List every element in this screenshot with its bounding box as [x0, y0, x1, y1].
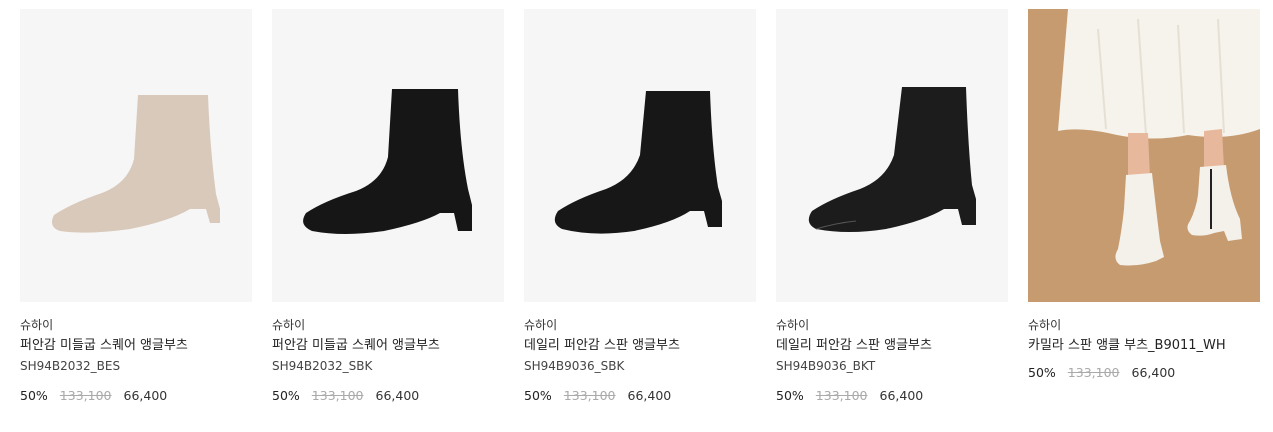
discount-rate: 50% — [776, 388, 804, 403]
product-code: SH94B2032_SBK — [272, 359, 373, 373]
product-image[interactable] — [524, 9, 756, 302]
product-title[interactable]: 데일리 퍼안감 스판 앵글부츠 — [524, 337, 756, 355]
product-card[interactable]: 슈하이 데일리 퍼안감 스판 앵글부츠 SH94B9036_BKT 50% 133… — [776, 9, 1008, 405]
product-card[interactable]: 슈하이 카밀라 스판 앵클 부츠_B9011_WH 50% 133,100 66,4… — [1028, 9, 1260, 382]
original-price: 133,100 — [815, 388, 868, 403]
price-row: 50% 133,100 66,400 — [272, 387, 504, 405]
boot-image — [808, 87, 976, 232]
sale-price: 66,400 — [879, 388, 924, 403]
product-grid: 슈하이 퍼안감 미들굽 스퀘어 앵글부츠 SH94B2032_BES 50% 13… — [0, 0, 1273, 432]
discount-rate: 50% — [272, 388, 300, 403]
product-image[interactable] — [776, 9, 1008, 302]
product-card[interactable]: 슈하이 퍼안감 미들굽 스퀘어 앵글부츠 SH94B2032_BES 50% 13… — [20, 9, 252, 405]
product-image[interactable] — [272, 9, 504, 302]
original-price: 133,100 — [563, 388, 616, 403]
discount-rate: 50% — [1028, 365, 1056, 380]
product-image[interactable] — [1028, 9, 1260, 302]
product-title[interactable]: 데일리 퍼안감 스판 앵글부츠 — [776, 337, 1008, 355]
product-card[interactable]: 슈하이 퍼안감 미들굽 스퀘어 앵글부츠 SH94B2032_SBK 50% 13… — [272, 9, 504, 405]
original-price: 133,100 — [59, 388, 112, 403]
boot-image — [554, 91, 722, 234]
sale-price: 66,400 — [1131, 365, 1176, 380]
product-code: SH94B2032_BES — [20, 359, 121, 373]
original-price: 133,100 — [311, 388, 364, 403]
discount-rate: 50% — [524, 388, 552, 403]
sale-price: 66,400 — [123, 388, 168, 403]
product-brand: 슈하이 — [1028, 318, 1062, 332]
product-code: SH94B9036_BKT — [776, 359, 876, 373]
product-card[interactable]: 슈하이 데일리 퍼안감 스판 앵글부츠 SH94B9036_SBK 50% 133… — [524, 9, 756, 405]
product-title[interactable]: 퍼안감 미들굽 스퀘어 앵글부츠 — [20, 337, 252, 355]
product-code: SH94B9036_SBK — [524, 359, 625, 373]
model-photo — [1028, 9, 1260, 302]
sale-price: 66,400 — [627, 388, 672, 403]
product-title[interactable]: 카밀라 스판 앵클 부츠_B9011_WH — [1028, 337, 1260, 355]
original-price: 133,100 — [1067, 365, 1120, 380]
product-brand: 슈하이 — [272, 318, 306, 332]
price-row: 50% 133,100 66,400 — [1028, 364, 1260, 382]
price-row: 50% 133,100 66,400 — [524, 387, 756, 405]
sale-price: 66,400 — [375, 388, 420, 403]
product-brand: 슈하이 — [776, 318, 810, 332]
price-row: 50% 133,100 66,400 — [20, 387, 252, 405]
discount-rate: 50% — [20, 388, 48, 403]
boot-image — [52, 95, 220, 233]
product-brand: 슈하이 — [524, 318, 558, 332]
price-row: 50% 133,100 66,400 — [776, 387, 1008, 405]
boot-image — [303, 89, 472, 234]
product-image[interactable] — [20, 9, 252, 302]
product-brand: 슈하이 — [20, 318, 54, 332]
product-title[interactable]: 퍼안감 미들굽 스퀘어 앵글부츠 — [272, 337, 504, 355]
